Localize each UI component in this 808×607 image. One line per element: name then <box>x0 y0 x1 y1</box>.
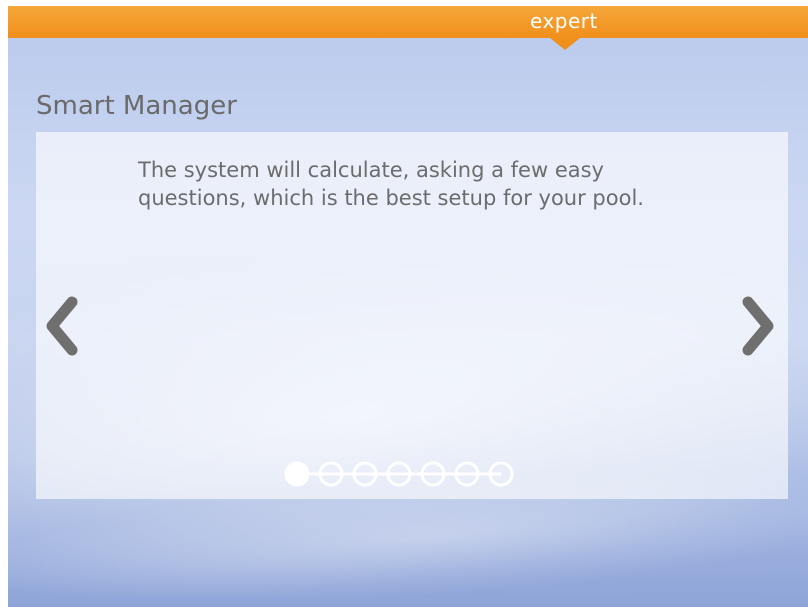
wizard-description: The system will calculate, asking a few … <box>138 158 644 210</box>
wizard-panel: The system will calculate, asking a few … <box>36 132 788 499</box>
chevron-left-icon <box>46 296 78 356</box>
next-button[interactable] <box>736 294 780 358</box>
page-dot[interactable] <box>352 461 378 487</box>
page-indicator <box>284 461 514 487</box>
page-dot[interactable] <box>454 461 480 487</box>
page-title: Smart Manager <box>36 91 237 121</box>
page-dot-active[interactable] <box>284 461 310 487</box>
page-dot[interactable] <box>318 461 344 487</box>
page-dot[interactable] <box>386 461 412 487</box>
mode-label: expert <box>530 9 598 33</box>
smart-manager-screen: expert Smart Manager The system will cal… <box>8 6 808 607</box>
page-dot[interactable] <box>488 461 514 487</box>
page-dot[interactable] <box>420 461 446 487</box>
mode-indicator-notch <box>550 38 580 50</box>
top-bar: expert <box>8 6 808 38</box>
previous-button[interactable] <box>40 294 84 358</box>
chevron-right-icon <box>742 296 774 356</box>
